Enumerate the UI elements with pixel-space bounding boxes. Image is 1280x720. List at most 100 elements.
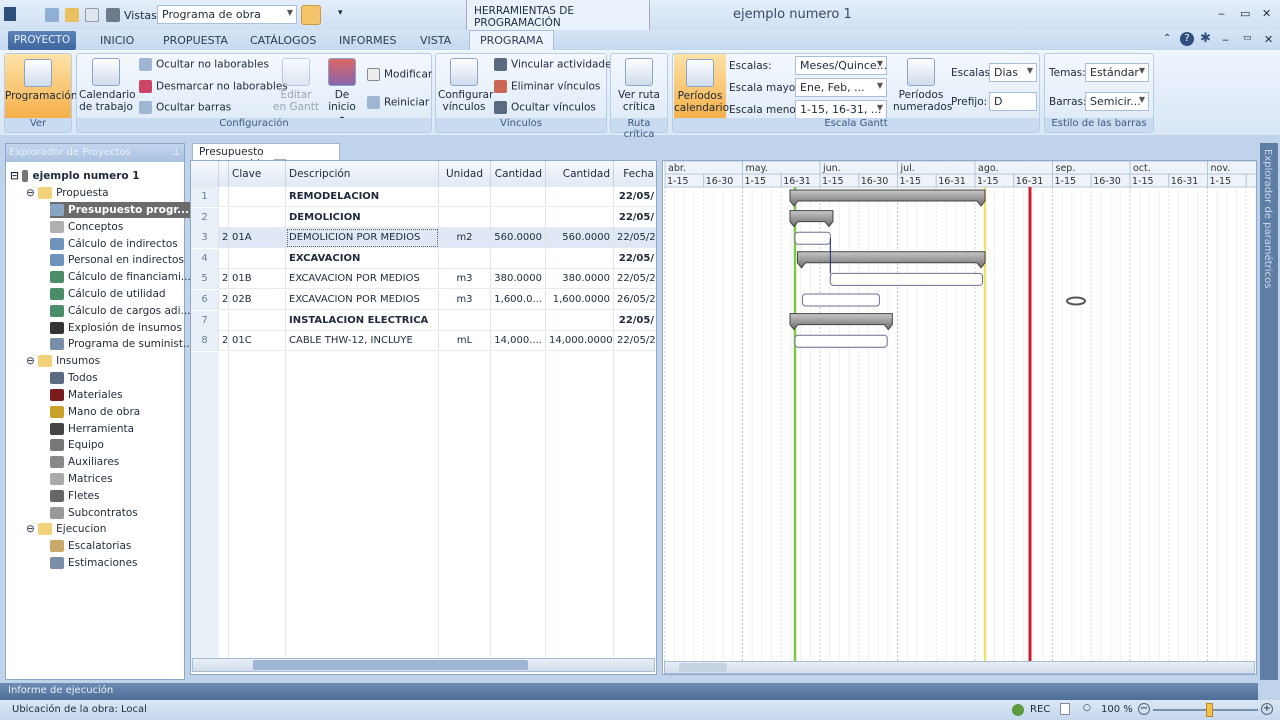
tree-item[interactable]: Herramienta [50,421,134,437]
tree-item[interactable]: Mano de obra [50,404,140,420]
column-header-level[interactable] [219,161,229,187]
cell-unidad[interactable] [439,187,491,207]
tab-vista[interactable]: VISTA [420,34,451,47]
cell-cantidad[interactable]: 560.0000 [491,228,546,249]
tree-group-ejecucion[interactable]: ⊖ Ejecucion [26,521,106,537]
table-row[interactable]: 1 REMODELACION 22/05/ [191,187,656,207]
cell-unidad[interactable]: m3 [439,269,491,290]
task-bar[interactable] [794,231,831,245]
vincular-button[interactable]: Vincular actividades [494,58,617,71]
print-icon[interactable] [106,8,120,22]
table-row[interactable]: 8 2 01C CABLE THW-12, INCLUYE mL 14,000.... 14… [191,331,656,352]
collapse-ribbon-icon[interactable]: ⌃ [1163,33,1171,44]
ocultar-no-laborables-button[interactable]: Ocultar no laborables [139,58,269,71]
cell-cantidad[interactable] [491,310,546,331]
cell-level[interactable]: 2 [219,228,229,249]
tab-propuesta[interactable]: PROPUESTA [163,34,228,47]
tree-item[interactable]: Materiales [50,387,123,403]
escala-menor-select[interactable]: 1-15, 16-31, ... ▼ [795,100,887,119]
column-header-unidad[interactable]: Unidad [439,161,491,187]
tree-item[interactable]: Programa de suminist... [50,336,193,352]
cell-unidad[interactable] [439,248,491,269]
tools-icon[interactable]: ✱ [1200,31,1211,46]
column-header-cantidad[interactable]: Cantidad [491,161,546,187]
cell-level[interactable]: 2 [219,269,229,290]
collapse-icon[interactable]: ⊖ [26,355,38,367]
cell-descripcion[interactable]: EXCAVACION POR MEDIOS [286,290,439,310]
close-button[interactable]: ✕ [1262,7,1271,20]
help-icon[interactable]: ? [1180,32,1194,46]
cell-cantidad-total[interactable] [546,187,614,207]
temas-select[interactable]: Estándar ▼ [1085,63,1149,82]
tree-item[interactable]: Todos [50,370,98,386]
escala-mayor-select[interactable]: Ene, Feb, ... ▼ [795,78,887,97]
cell-clave[interactable] [229,207,286,228]
cell-descripcion[interactable]: INSTALACION ELECTRICA [286,310,439,331]
desmarcar-button[interactable]: Desmarcar no laborables [139,80,288,93]
search-icon[interactable] [45,8,59,22]
cell-unidad[interactable] [439,207,491,228]
periodos-numerados-button[interactable]: Períodos numerados [893,58,952,113]
column-header-clave[interactable]: Clave [229,161,286,187]
cell-unidad[interactable]: m3 [439,290,491,310]
cell-cantidad-total[interactable]: 560.0000 [546,228,614,249]
cell-cantidad[interactable] [491,207,546,228]
de-inicio-button[interactable]: De inicio▾ [321,58,363,125]
barras-select[interactable]: Semicir... ▼ [1085,92,1149,111]
tab-catalogos[interactable]: CATÁLOGOS [250,34,316,47]
zoom-out-button[interactable]: − [1138,703,1150,715]
cell-cantidad-total[interactable] [546,310,614,331]
cell-descripcion[interactable]: CABLE THW-12, INCLUYE [286,331,439,352]
cell-cantidad-total[interactable]: 14,000.0000 [546,331,614,352]
tab-informes[interactable]: INFORMES [339,34,397,47]
ocultar-barras-button[interactable]: Ocultar barras [139,101,231,114]
page-icon[interactable] [1060,703,1070,715]
cell-unidad[interactable]: m2 [439,228,491,249]
cell-fecha[interactable]: 26/05/2 [614,290,656,310]
cell-fecha[interactable]: 22/05/ [614,311,656,331]
tab-proyecto[interactable]: PROYECTO [8,31,76,50]
cell-cantidad-total[interactable]: 1,600.0000 [546,290,614,310]
periodos-calendario-button[interactable]: Períodos calendario [674,54,729,118]
column-header-descripcion[interactable]: Descripción [286,161,439,187]
cell-clave[interactable]: 01C [229,331,286,352]
tab-programa[interactable]: PROGRAMA [469,30,555,50]
tree-group-insumos[interactable]: ⊖ Insumos [26,353,100,369]
pin-icon[interactable]: ⊥ [172,147,181,158]
zoom-slider-thumb[interactable] [1205,703,1213,717]
tree-item[interactable]: Cálculo de financiami... [50,269,191,285]
zoom-slider[interactable] [1153,703,1258,717]
informe-ejecucion-bar[interactable]: Informe de ejecución [0,683,1258,700]
new-document-icon[interactable] [85,8,99,22]
rec-indicator[interactable]: REC [1030,704,1050,715]
cell-clave[interactable]: 01B [229,269,286,290]
cell-cantidad-total[interactable]: 380.0000 [546,269,614,290]
tree-item[interactable]: Equipo [50,437,104,453]
tree-item[interactable]: Explosión de insumos [50,320,182,336]
tree-group-propuesta[interactable]: ⊖ Propuesta [26,185,109,201]
zoom-in-button[interactable]: + [1261,703,1273,715]
table-row[interactable]: 5 2 01B EXCAVACION POR MEDIOS m3 380.0000 380.… [191,269,656,290]
table-row[interactable]: 4 EXCAVACION 22/05/ [191,248,656,269]
tree-item[interactable]: Cálculo de cargos adi... [50,303,191,319]
task-bar[interactable] [829,272,983,286]
gantt-horizontal-scrollbar[interactable] [664,661,1255,674]
configurar-vinculos-button[interactable]: Configurar vínculos [438,58,493,113]
tree-item[interactable]: Cálculo de indirectos [50,236,178,252]
tree-item[interactable]: Fletes [50,488,99,504]
eliminar-vinculos-button[interactable]: Eliminar vínculos [494,80,600,93]
tree-item[interactable]: Matrices [50,471,113,487]
column-header-cantidad-total[interactable]: Cantidad [546,161,614,187]
summary-bar[interactable] [789,313,893,331]
cell-clave[interactable]: 02B [229,290,286,310]
ocultar-vinculos-button[interactable]: Ocultar vínculos [494,101,596,114]
cell-level[interactable] [219,310,229,331]
collapse-icon[interactable]: ⊖ [26,523,38,535]
cell-descripcion[interactable]: EXCAVACION [286,248,439,269]
cell-descripcion[interactable]: EXCAVACION POR MEDIOS [286,269,439,290]
cell-fecha[interactable]: 22/05/2 [614,331,656,352]
task-bar[interactable] [802,293,880,307]
column-header-fecha[interactable]: Fecha [614,161,656,187]
cell-fecha[interactable]: 22/05/ [614,187,656,207]
task-bar[interactable] [794,334,888,348]
